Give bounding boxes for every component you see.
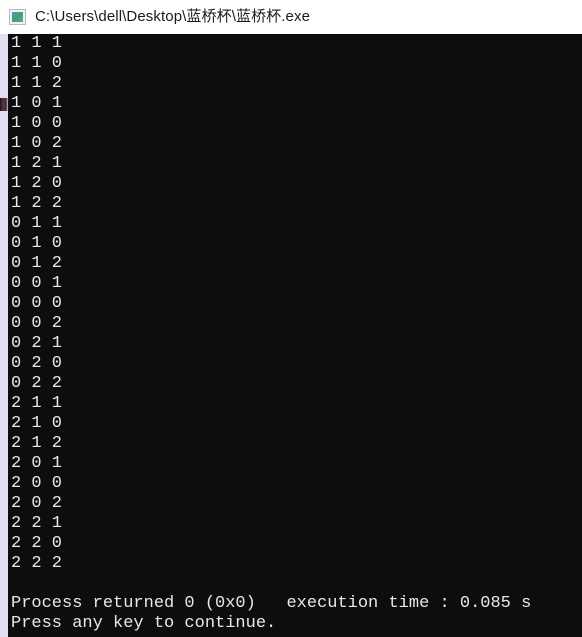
scrollbar-artifact	[0, 98, 8, 111]
console-app-icon	[9, 9, 26, 25]
console-output-line: 2 2 2	[11, 554, 63, 573]
console-client-area[interactable]: 1 1 11 1 01 1 21 0 11 0 01 0 21 2 11 2 0…	[0, 34, 582, 637]
console-output-line: 1 2 1	[11, 154, 63, 173]
console-output-line: 2 2 1	[11, 514, 63, 533]
console-output-line: 0 1 0	[11, 234, 63, 253]
console-output: 1 1 11 1 01 1 21 0 11 0 01 0 21 2 11 2 0…	[8, 34, 582, 637]
console-output-line: 0 1 1	[11, 214, 63, 233]
console-output-line: 1 2 0	[11, 174, 63, 193]
console-output-line: 1 1 2	[11, 74, 63, 93]
console-output-line: 2 1 2	[11, 434, 63, 453]
console-output-line: 0 0 2	[11, 314, 63, 333]
console-output-line: 1 2 2	[11, 194, 63, 213]
console-output-line: 0 0 1	[11, 274, 63, 293]
console-status-line: Process returned 0 (0x0) execution time …	[11, 594, 532, 613]
console-output-line: 1 0 1	[11, 94, 63, 113]
console-output-line: 1 1 0	[11, 54, 63, 73]
window-title: C:\Users\dell\Desktop\蓝桥杯\蓝桥杯.exe	[35, 8, 311, 25]
console-output-line: 1 1 1	[11, 34, 63, 53]
console-output-line: 0 1 2	[11, 254, 63, 273]
console-output-line: 2 0 0	[11, 474, 63, 493]
console-output-line: 0 0 0	[11, 294, 63, 313]
console-app-icon-glyph	[12, 12, 23, 22]
console-output-line: 2 0 1	[11, 454, 63, 473]
console-output-line: 1 0 2	[11, 134, 63, 153]
console-output-line: 0 2 0	[11, 354, 63, 373]
console-output-line: 0 2 2	[11, 374, 63, 393]
console-window: C:\Users\dell\Desktop\蓝桥杯\蓝桥杯.exe 1 1 11…	[0, 0, 582, 637]
scrollbar-track-strip[interactable]	[0, 34, 8, 637]
title-bar[interactable]: C:\Users\dell\Desktop\蓝桥杯\蓝桥杯.exe	[0, 0, 582, 34]
console-output-line: 2 0 2	[11, 494, 63, 513]
console-output-line: 1 0 0	[11, 114, 63, 133]
console-output-line: 2 1 1	[11, 394, 63, 413]
console-output-line: 2 1 0	[11, 414, 63, 433]
console-status-line: Press any key to continue.	[11, 614, 277, 633]
console-output-line: 0 2 1	[11, 334, 63, 353]
console-output-line: 2 2 0	[11, 534, 63, 553]
